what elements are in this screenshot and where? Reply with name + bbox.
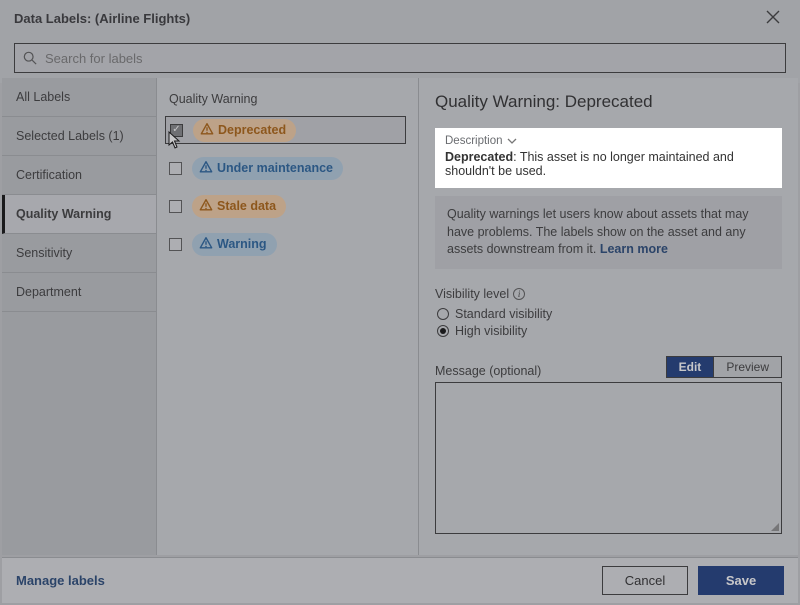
visibility-high-radio[interactable]: High visibility xyxy=(437,324,782,338)
dialog-title: Data Labels: (Airline Flights) xyxy=(14,11,190,26)
cancel-button[interactable]: Cancel xyxy=(602,566,688,595)
tab-edit[interactable]: Edit xyxy=(666,356,714,378)
sidebar-item-sensitivity[interactable]: Sensitivity xyxy=(2,234,156,273)
label-text: Under maintenance xyxy=(217,161,333,175)
tab-preview[interactable]: Preview xyxy=(713,356,782,378)
detail-title: Quality Warning: Deprecated xyxy=(435,92,782,112)
label-pill: Stale data xyxy=(192,195,286,218)
sidebar-item-department[interactable]: Department xyxy=(2,273,156,312)
sidebar-item-quality-warning[interactable]: Quality Warning xyxy=(2,195,156,234)
sidebar-item-selected-labels-1-[interactable]: Selected Labels (1) xyxy=(2,117,156,156)
resize-handle-icon[interactable] xyxy=(769,521,779,531)
cursor-icon xyxy=(168,131,182,149)
message-textarea[interactable] xyxy=(435,382,782,534)
label-checkbox[interactable] xyxy=(170,124,183,137)
warning-icon xyxy=(200,122,218,139)
description-text: Deprecated: This asset is no longer main… xyxy=(445,150,772,178)
visibility-label: Visibility level i xyxy=(435,287,782,301)
close-icon xyxy=(766,10,780,24)
search-input[interactable] xyxy=(43,50,777,67)
label-list-heading: Quality Warning xyxy=(169,92,406,106)
warning-icon xyxy=(199,236,217,253)
description-block: Description Deprecated: This asset is no… xyxy=(435,128,782,188)
label-checkbox[interactable] xyxy=(169,162,182,175)
label-row-deprecated[interactable]: Deprecated xyxy=(165,116,406,144)
search-input-wrapper[interactable] xyxy=(14,43,786,73)
visibility-standard-radio[interactable]: Standard visibility xyxy=(437,307,782,321)
info-icon[interactable]: i xyxy=(513,288,525,300)
label-text: Deprecated xyxy=(218,123,286,137)
close-button[interactable] xyxy=(760,6,786,31)
search-icon xyxy=(23,51,37,65)
visibility-high-label: High visibility xyxy=(455,324,527,338)
label-checkbox[interactable] xyxy=(169,200,182,213)
sidebar: All LabelsSelected Labels (1)Certificati… xyxy=(2,78,157,555)
label-pill: Warning xyxy=(192,233,277,256)
message-tabs: Edit Preview xyxy=(666,356,782,378)
label-pill: Under maintenance xyxy=(192,157,343,180)
detail-panel: Quality Warning: Deprecated Description … xyxy=(419,78,798,555)
warning-icon xyxy=(199,198,217,215)
label-row-stale-data[interactable]: Stale data xyxy=(169,192,406,220)
description-label[interactable]: Description xyxy=(445,135,772,147)
label-row-under-maintenance[interactable]: Under maintenance xyxy=(169,154,406,182)
description-label-text: Description xyxy=(445,135,503,147)
visibility-standard-label: Standard visibility xyxy=(455,307,552,321)
manage-labels-link[interactable]: Manage labels xyxy=(16,573,105,588)
sidebar-item-all-labels[interactable]: All Labels xyxy=(2,78,156,117)
save-button[interactable]: Save xyxy=(698,566,784,595)
chevron-down-icon xyxy=(507,138,517,144)
warning-icon xyxy=(199,160,217,177)
info-callout: Quality warnings let users know about as… xyxy=(435,196,782,269)
message-label: Message (optional) xyxy=(435,364,541,378)
label-pill: Deprecated xyxy=(193,119,296,142)
label-row-warning[interactable]: Warning xyxy=(169,230,406,258)
label-text: Warning xyxy=(217,237,267,251)
label-checkbox[interactable] xyxy=(169,238,182,251)
label-text: Stale data xyxy=(217,199,276,213)
label-list-panel: Quality Warning Deprecated Under maintena… xyxy=(157,78,419,555)
learn-more-link[interactable]: Learn more xyxy=(600,242,668,256)
sidebar-item-certification[interactable]: Certification xyxy=(2,156,156,195)
